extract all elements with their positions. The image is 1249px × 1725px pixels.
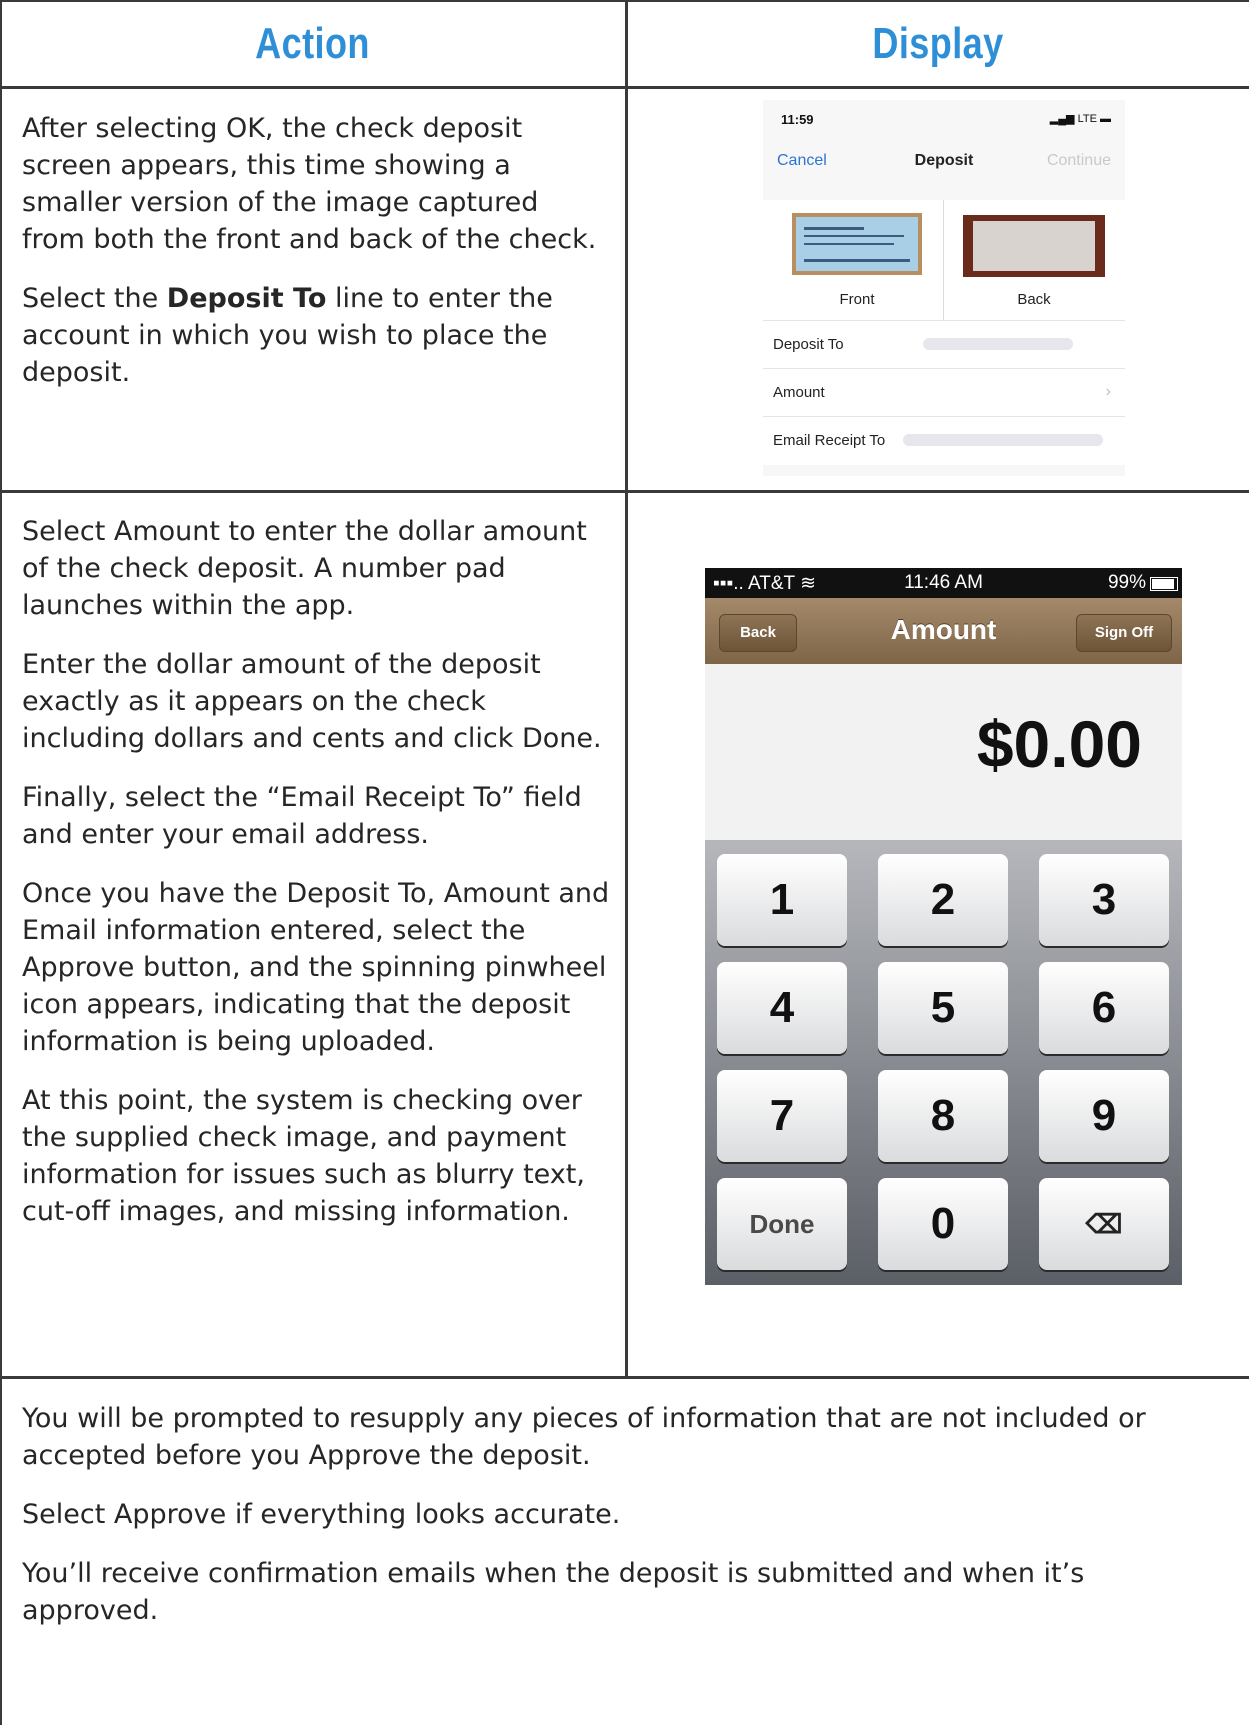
number-pad: 1 2 3 4 5 6 7 8 9 Done 0 ⌫ — [705, 840, 1182, 1285]
row1-paragraph-2: Select the Deposit To line to enter the … — [22, 280, 607, 391]
check-back-image[interactable] — [963, 215, 1105, 277]
key-4[interactable]: 4 — [717, 962, 847, 1054]
deposit-to-label: Deposit To — [773, 336, 844, 353]
images-divider — [943, 200, 944, 320]
row2-paragraph-4: Once you have the Deposit To, Amount and… — [22, 878, 610, 1057]
key-9[interactable]: 9 — [1039, 1070, 1169, 1162]
key-2[interactable]: 2 — [878, 854, 1008, 946]
header-action: Action — [255, 19, 370, 68]
deposit-to-row[interactable]: Deposit To — [763, 320, 1125, 369]
row1-p2-pre: Select the — [22, 283, 167, 314]
amount-value: $0.00 — [976, 707, 1142, 781]
status-bar: 11:59 ▂▄▆ LTE ▬ — [763, 100, 1125, 138]
row2-action-text: Select Amount to enter the dollar amount… — [22, 513, 612, 1252]
check-back-paper — [973, 221, 1095, 271]
back-label: Back — [1017, 291, 1051, 308]
battery-percent: 99% — [1107, 572, 1146, 593]
row2-paragraph-3: Finally, select the “Email Receipt To” f… — [22, 782, 582, 850]
amount-label: Amount — [773, 384, 825, 401]
chevron-right-icon: › — [1105, 383, 1111, 400]
network-label: LTE — [1077, 113, 1097, 125]
signal-indicator: ▂▄▆ LTE ▬ — [1049, 113, 1111, 125]
footer-paragraph-2: Select Approve if everything looks accur… — [22, 1499, 621, 1530]
row1-action-text: After selecting OK, the check deposit sc… — [22, 110, 607, 413]
done-key[interactable]: Done — [717, 1178, 847, 1270]
row1-paragraph-1: After selecting OK, the check deposit sc… — [22, 113, 597, 255]
key-0[interactable]: 0 — [878, 1178, 1008, 1270]
table-border-left — [0, 0, 2, 1725]
key-6[interactable]: 6 — [1039, 962, 1169, 1054]
battery-icon — [1150, 577, 1178, 591]
header-display: Display — [872, 19, 1004, 68]
email-value-blurred — [903, 434, 1103, 446]
footer-paragraph-3: You’ll receive confirmation emails when … — [22, 1558, 1085, 1626]
key-7[interactable]: 7 — [717, 1070, 847, 1162]
sign-off-button[interactable]: Sign Off — [1076, 614, 1172, 652]
key-5[interactable]: 5 — [878, 962, 1008, 1054]
deposit-to-value-blurred — [923, 338, 1073, 350]
row2-paragraph-2: Enter the dollar amount of the deposit e… — [22, 649, 602, 754]
check-front-image[interactable] — [792, 213, 922, 275]
footer-text: You will be prompted to resupply any pie… — [22, 1400, 1212, 1651]
front-label: Front — [839, 291, 875, 308]
footer-paragraph-1: You will be prompted to resupply any pie… — [22, 1403, 1146, 1471]
continue-button[interactable]: Continue — [1047, 152, 1111, 170]
status-time: 11:59 — [781, 112, 814, 127]
email-receipt-label: Email Receipt To — [773, 432, 886, 449]
nav-bar: Cancel Deposit Continue — [763, 138, 1125, 182]
nav-bar: Back Amount Sign Off — [705, 598, 1182, 664]
status-bar: ▪▪▪.. AT&T ≋ 11:46 AM 99% — [705, 568, 1182, 598]
amount-screen-screenshot: ▪▪▪.. AT&T ≋ 11:46 AM 99% Back Amount Si… — [705, 568, 1182, 1285]
row2-paragraph-1: Select Amount to enter the dollar amount… — [22, 516, 587, 621]
email-receipt-row[interactable]: Email Receipt To — [763, 416, 1125, 465]
backspace-icon[interactable]: ⌫ — [1039, 1178, 1169, 1270]
key-3[interactable]: 3 — [1039, 854, 1169, 946]
check-front-paper — [796, 217, 918, 271]
deposit-screen-screenshot: 11:59 ▂▄▆ LTE ▬ Cancel Deposit Continue … — [763, 100, 1125, 476]
amount-row[interactable]: Amount › — [763, 368, 1125, 417]
row2-paragraph-5: At this point, the system is checking ov… — [22, 1085, 585, 1227]
key-1[interactable]: 1 — [717, 854, 847, 946]
key-8[interactable]: 8 — [878, 1070, 1008, 1162]
amount-display: $0.00 — [705, 664, 1182, 840]
column-divider — [625, 0, 628, 1378]
deposit-to-bold: Deposit To — [166, 283, 327, 314]
